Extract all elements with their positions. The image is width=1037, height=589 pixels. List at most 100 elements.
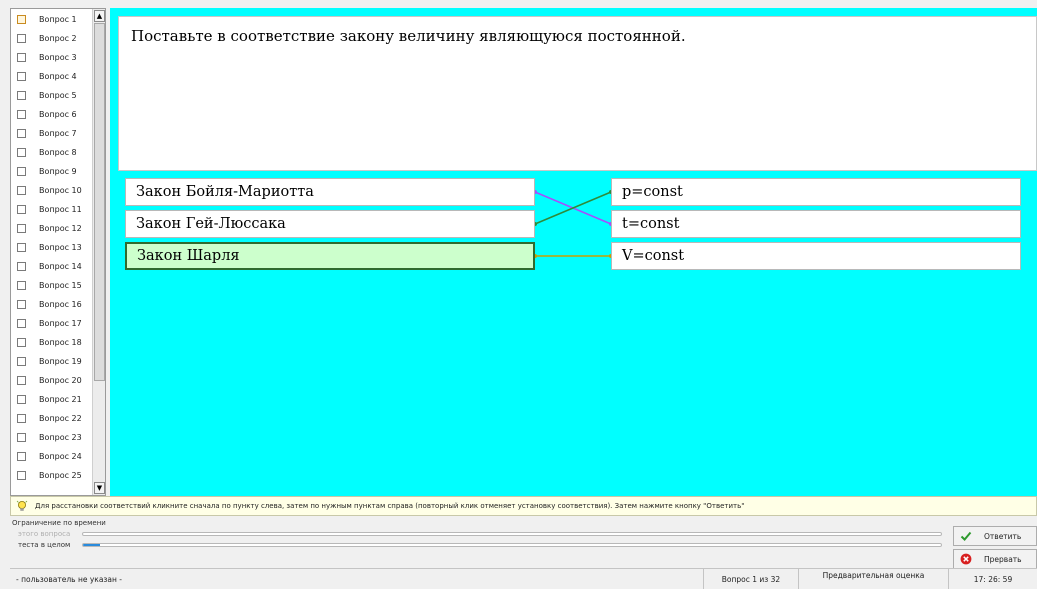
question-checkbox[interactable] bbox=[17, 376, 26, 385]
question-checkbox[interactable] bbox=[17, 129, 26, 138]
question-list-item[interactable]: Вопрос 25 bbox=[11, 466, 93, 485]
question-list-item[interactable]: Вопрос 12 bbox=[11, 219, 93, 238]
question-label: Вопрос 1 bbox=[39, 15, 77, 24]
question-label: Вопрос 12 bbox=[39, 224, 82, 233]
scroll-thumb[interactable] bbox=[94, 23, 105, 381]
question-list-item[interactable]: Вопрос 21 bbox=[11, 390, 93, 409]
left-item-label: Закон Гей-Люссака bbox=[136, 216, 286, 232]
question-list-item[interactable]: Вопрос 3 bbox=[11, 48, 93, 67]
left-item-label: Закон Шарля bbox=[137, 248, 240, 264]
question-panel: Поставьте в соответствие закону величину… bbox=[118, 16, 1037, 171]
question-label: Вопрос 20 bbox=[39, 376, 82, 385]
question-list-item[interactable]: Вопрос 8 bbox=[11, 143, 93, 162]
question-checkbox[interactable] bbox=[17, 167, 26, 176]
question-label: Вопрос 8 bbox=[39, 148, 77, 157]
left-item-charles[interactable]: Закон Шарля bbox=[125, 242, 535, 270]
question-list-item[interactable]: Вопрос 5 bbox=[11, 86, 93, 105]
match-link bbox=[534, 191, 612, 225]
test-timer-progress bbox=[82, 543, 942, 547]
close-circle-icon bbox=[958, 553, 974, 565]
right-item-v-const[interactable]: V=const bbox=[611, 242, 1021, 270]
question-list-item[interactable]: Вопрос 1 bbox=[11, 10, 93, 29]
question-label: Вопрос 19 bbox=[39, 357, 82, 366]
question-checkbox[interactable] bbox=[17, 281, 26, 290]
question-list-item[interactable]: Вопрос 6 bbox=[11, 105, 93, 124]
question-list-item[interactable]: Вопрос 17 bbox=[11, 314, 93, 333]
question-checkbox[interactable] bbox=[17, 148, 26, 157]
status-question-counter: Вопрос 1 из 32 bbox=[703, 569, 798, 589]
hint-text: Для расстановки соответствий кликните сн… bbox=[35, 502, 745, 510]
question-label: Вопрос 25 bbox=[39, 471, 82, 480]
question-list-item[interactable]: Вопрос 22 bbox=[11, 409, 93, 428]
question-checkbox[interactable] bbox=[17, 433, 26, 442]
question-list-item[interactable]: Вопрос 15 bbox=[11, 276, 93, 295]
scroll-down-button[interactable]: ▼ bbox=[94, 482, 105, 494]
question-list-item[interactable]: Вопрос 13 bbox=[11, 238, 93, 257]
question-checkbox[interactable] bbox=[17, 72, 26, 81]
test-timer-fill bbox=[83, 544, 101, 546]
question-label: Вопрос 23 bbox=[39, 433, 82, 442]
checkmark-icon bbox=[958, 530, 974, 542]
left-item-label: Закон Бойля-Мариотта bbox=[136, 184, 314, 200]
question-list-item[interactable]: Вопрос 24 bbox=[11, 447, 93, 466]
question-list-item[interactable]: Вопрос 23 bbox=[11, 428, 93, 447]
question-checkbox[interactable] bbox=[17, 452, 26, 461]
test-window: Вопрос 1 Вопрос 2 Вопрос 3 Вопрос 4 Вопрос 5… bbox=[0, 0, 1037, 589]
status-clock: 17: 26: 59 bbox=[948, 569, 1037, 589]
question-checkbox[interactable] bbox=[17, 205, 26, 214]
question-label: Вопрос 2 bbox=[39, 34, 77, 43]
question-label: Вопрос 5 bbox=[39, 91, 77, 100]
question-list-item[interactable]: Вопрос 10 bbox=[11, 181, 93, 200]
question-list-item[interactable]: Вопрос 2 bbox=[11, 29, 93, 48]
question-label: Вопрос 24 bbox=[39, 452, 82, 461]
question-label: Вопрос 7 bbox=[39, 129, 77, 138]
question-list-item[interactable]: Вопрос 16 bbox=[11, 295, 93, 314]
right-item-label: V=const bbox=[622, 248, 685, 264]
question-checkbox[interactable] bbox=[17, 357, 26, 366]
question-checkbox[interactable] bbox=[17, 395, 26, 404]
question-checkbox[interactable] bbox=[17, 319, 26, 328]
question-label: Вопрос 15 bbox=[39, 281, 82, 290]
question-label: Вопрос 18 bbox=[39, 338, 82, 347]
right-item-t-const[interactable]: t=const bbox=[611, 210, 1021, 238]
question-checkbox[interactable] bbox=[17, 186, 26, 195]
question-label: Вопрос 3 bbox=[39, 53, 77, 62]
question-checkbox[interactable] bbox=[17, 53, 26, 62]
question-checkbox[interactable] bbox=[17, 262, 26, 271]
question-list-item[interactable]: Вопрос 20 bbox=[11, 371, 93, 390]
question-list-item[interactable]: Вопрос 7 bbox=[11, 124, 93, 143]
answer-button[interactable]: Ответить bbox=[953, 526, 1037, 546]
question-list-scrollbar[interactable]: ▲ ▼ bbox=[92, 9, 105, 495]
question-label: Вопрос 9 bbox=[39, 167, 77, 176]
right-item-p-const[interactable]: p=const bbox=[611, 178, 1021, 206]
question-checkbox[interactable] bbox=[17, 471, 26, 480]
left-item-gay-lussac[interactable]: Закон Гей-Люссака bbox=[125, 210, 535, 238]
question-label: Вопрос 6 bbox=[39, 110, 77, 119]
question-list-item[interactable]: Вопрос 19 bbox=[11, 352, 93, 371]
left-item-boyle-mariotte[interactable]: Закон Бойля-Мариотта bbox=[125, 178, 535, 206]
question-list-item[interactable]: Вопрос 14 bbox=[11, 257, 93, 276]
question-list[interactable]: Вопрос 1 Вопрос 2 Вопрос 3 Вопрос 4 Вопрос 5… bbox=[10, 8, 106, 496]
question-list-item[interactable]: Вопрос 4 bbox=[11, 67, 93, 86]
question-timer-progress bbox=[82, 532, 942, 536]
question-label: Вопрос 21 bbox=[39, 395, 82, 404]
time-limit-title: Ограничение по времени bbox=[12, 519, 106, 527]
question-checkbox[interactable] bbox=[17, 91, 26, 100]
question-checkbox[interactable] bbox=[17, 34, 26, 43]
abort-button[interactable]: Прервать bbox=[953, 549, 1037, 569]
scroll-up-button[interactable]: ▲ bbox=[94, 10, 105, 22]
question-checkbox[interactable] bbox=[17, 300, 26, 309]
question-checkbox[interactable] bbox=[17, 414, 26, 423]
question-checkbox[interactable] bbox=[17, 243, 26, 252]
question-checkbox[interactable] bbox=[17, 224, 26, 233]
question-checkbox[interactable] bbox=[17, 338, 26, 347]
question-list-item[interactable]: Вопрос 18 bbox=[11, 333, 93, 352]
question-list-item[interactable]: Вопрос 9 bbox=[11, 162, 93, 181]
question-list-item[interactable]: Вопрос 11 bbox=[11, 200, 93, 219]
question-checkbox[interactable] bbox=[17, 15, 26, 24]
question-label: Вопрос 4 bbox=[39, 72, 77, 81]
question-checkbox[interactable] bbox=[17, 110, 26, 119]
status-preliminary-grade: Предварительная оценка bbox=[798, 569, 948, 589]
question-label: Вопрос 17 bbox=[39, 319, 82, 328]
right-item-label: t=const bbox=[622, 216, 680, 232]
